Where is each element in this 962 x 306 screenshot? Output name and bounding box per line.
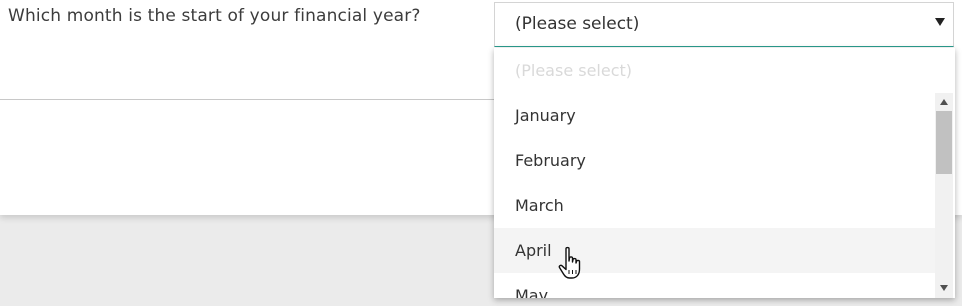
scrollbar-thumb[interactable] [936,111,952,174]
divider [0,99,500,100]
dropdown-option-february[interactable]: February [494,138,935,183]
scroll-up-arrow-icon[interactable] [940,99,948,105]
question-label: Which month is the start of your financi… [8,6,421,26]
dropdown-option-march[interactable]: March [494,183,935,228]
caret-down-icon [935,18,945,26]
select-current-value: (Please select) [515,14,640,34]
financial-year-month-select[interactable]: (Please select) [494,2,954,47]
dropdown-scrollbar[interactable] [935,93,953,298]
dropdown-option-placeholder: (Please select) [515,61,633,80]
hand-pointer-cursor-icon [558,246,581,279]
scroll-down-arrow-icon[interactable] [940,285,948,291]
dropdown-option-january[interactable]: January [494,93,935,138]
page: Which month is the start of your financi… [0,0,962,306]
